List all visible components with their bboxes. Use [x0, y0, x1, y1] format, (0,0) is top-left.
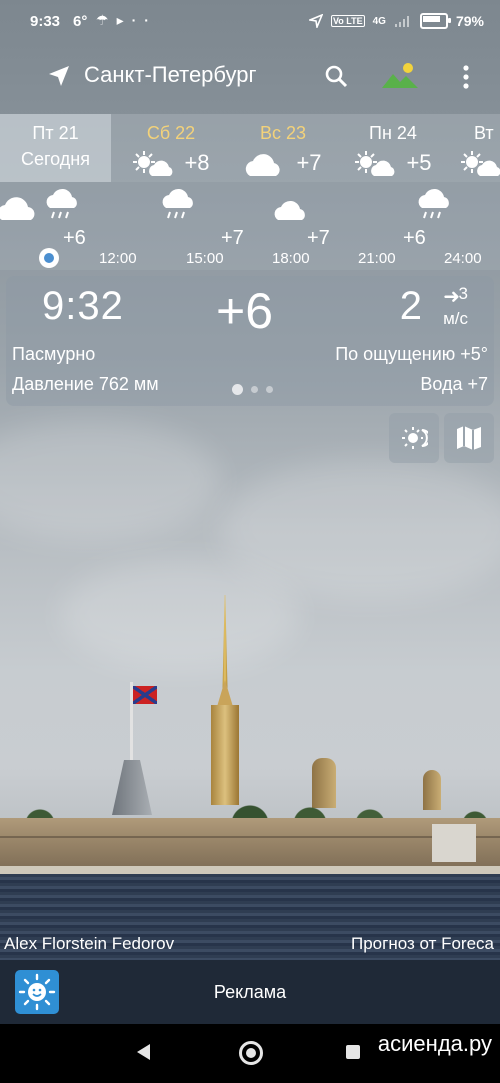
cloud-shape — [60, 560, 300, 670]
map-button[interactable] — [444, 413, 494, 463]
ad-label: Реклама — [213, 982, 287, 1002]
page-indicator — [232, 384, 273, 395]
day-sub: Сегодня — [21, 149, 90, 169]
current-temp: +6 — [216, 283, 274, 339]
sun-cloud-icon — [133, 151, 173, 176]
rain-cloud-icon — [162, 188, 193, 219]
city-name[interactable]: Санкт-Петербург — [84, 62, 257, 88]
sun-cloud-icon — [461, 151, 500, 176]
page-dot — [251, 386, 258, 393]
more-notifications-icon: ·· — [131, 12, 157, 28]
signal-icon — [394, 16, 409, 27]
recent-apps-icon[interactable] — [346, 1045, 360, 1059]
back-icon[interactable] — [137, 1044, 150, 1060]
hourly-forecast[interactable]: +6 +7 +7 +6 12:00 15:00 18:00 21:00 24:0… — [0, 182, 500, 270]
day-tab-tue[interactable]: Вт — [456, 114, 500, 182]
hour-temp: +7 — [307, 227, 330, 249]
location-arrow-icon[interactable] — [48, 65, 70, 87]
sun-cloud-icon — [355, 151, 395, 176]
volte-icon: Vo LTE — [330, 15, 365, 27]
battery-level: 79% — [455, 13, 484, 29]
hour-temp: +7 — [221, 227, 244, 249]
wind-direction-icon: ➜ — [443, 286, 460, 308]
day-tabs: Пт 21 Сегодня Сб 22 +8 Вс 23 +7 Пн 24 +5… — [0, 114, 500, 182]
rain-cloud-icon — [418, 188, 449, 219]
rain-cloud-icon — [46, 188, 77, 219]
fortress-gate — [432, 824, 476, 862]
navigation-icon — [308, 14, 323, 28]
network-type: 4G — [372, 15, 386, 27]
forecast-source[interactable]: Прогноз от Foreca — [351, 934, 494, 954]
current-weather-card[interactable]: 9:32 +6 2 ➜ 3 м/с Пасмурно По ощущению +… — [6, 276, 494, 406]
app-bar: Санкт-Петербург — [0, 52, 500, 102]
home-icon[interactable] — [239, 1041, 263, 1065]
hour-label: 12:00 — [99, 250, 137, 267]
naval-flag — [133, 686, 157, 704]
wall-line — [0, 836, 500, 838]
cloud-icon — [274, 200, 305, 220]
hour-label: 24:00 — [444, 250, 482, 267]
landscape-icon[interactable] — [381, 62, 419, 90]
hour-label: 15:00 — [186, 250, 224, 267]
wind-unit: м/с — [443, 309, 468, 328]
fortress-wall — [0, 818, 500, 870]
day-tab-sat[interactable]: Сб 22 +8 — [124, 114, 218, 182]
search-icon[interactable] — [324, 64, 348, 88]
battery-icon — [419, 13, 451, 29]
cloud-icon — [0, 197, 35, 220]
wind-gust: 3 — [458, 284, 468, 303]
day-temp: +5 — [406, 150, 432, 175]
current-time-marker — [39, 248, 59, 268]
cloud-icon — [246, 154, 281, 176]
hour-label: 21:00 — [358, 250, 396, 267]
hour-temp: +6 — [63, 227, 86, 249]
day-tab-mon[interactable]: Пн 24 +5 — [346, 114, 440, 182]
page-dot — [266, 386, 273, 393]
day-tab-today[interactable]: Пт 21 Сегодня — [0, 114, 111, 182]
status-temp: 6° — [73, 13, 88, 30]
hour-temp: +6 — [403, 227, 426, 249]
shore — [0, 866, 500, 874]
status-bar: 9:33 6° ☂▸·· Vo LTE 4G 79% — [0, 0, 500, 44]
feels-like: По ощущению +5° — [335, 344, 488, 364]
day-name: Вт — [474, 123, 494, 143]
cloud-shape — [0, 420, 220, 540]
day-name: Сб 22 — [146, 123, 196, 143]
condition-text: Пасмурно — [12, 344, 96, 364]
photo-author[interactable]: Alex Florstein Fedorov — [4, 934, 174, 954]
day-name: Вс 23 — [259, 123, 307, 143]
pressure: Давление 762 мм — [12, 374, 159, 394]
water-temp: Вода +7 — [420, 374, 488, 394]
more-vert-icon[interactable] — [456, 64, 476, 90]
day-name: Пн 24 — [369, 123, 417, 143]
cathedral-bell-tower — [211, 705, 239, 805]
hour-label: 18:00 — [272, 250, 310, 267]
status-time: 9:33 — [30, 13, 61, 30]
status-right: Vo LTE 4G 79% — [308, 13, 484, 29]
day-temp: +8 — [184, 150, 210, 175]
play-icon: ▸ — [116, 12, 132, 28]
sun-moon-icon — [402, 427, 428, 449]
umbrella-icon: ☂ — [96, 12, 117, 28]
day-name: Пт 21 — [32, 123, 79, 143]
day-temp: +7 — [296, 150, 322, 175]
map-icon — [457, 426, 481, 450]
sun-moon-button[interactable] — [389, 413, 439, 463]
day-tab-sun[interactable]: Вс 23 +7 — [236, 114, 330, 182]
notification-icons: ☂▸·· — [96, 12, 157, 29]
page-dot-active — [232, 384, 243, 395]
observation-time: 9:32 — [42, 284, 124, 328]
ad-banner[interactable]: Реклама — [0, 960, 500, 1024]
watermark-text: асиенда.ру — [377, 1031, 492, 1056]
wind-speed: 2 — [399, 284, 422, 328]
